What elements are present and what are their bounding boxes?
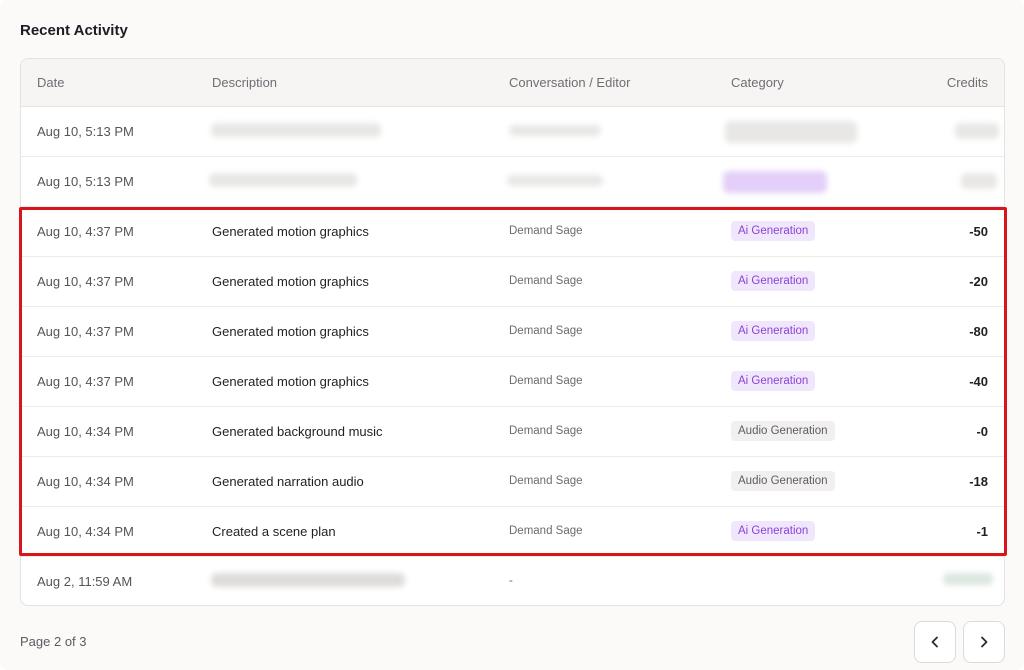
row-credits: -1 <box>976 524 988 539</box>
header-credits: Credits <box>946 75 988 90</box>
category-badge: Ai Generation <box>731 271 816 291</box>
row-description: Created a scene plan <box>212 524 336 539</box>
redacted-credits <box>955 123 999 139</box>
row-date: Aug 10, 4:37 PM <box>37 274 134 289</box>
row-description: Generated background music <box>212 424 383 439</box>
category-badge: Ai Generation <box>731 221 816 241</box>
row-credits: -40 <box>969 374 988 389</box>
table-row[interactable]: Aug 10, 4:34 PM Created a scene plan Dem… <box>21 507 1004 557</box>
redacted-description <box>211 573 405 587</box>
activity-panel: Recent Activity Date Description Convers… <box>0 0 1024 670</box>
row-description: Generated motion graphics <box>212 274 369 289</box>
category-badge: Audio Generation <box>731 421 835 441</box>
header-description: Description <box>212 75 278 90</box>
row-date: Aug 10, 4:34 PM <box>37 474 134 489</box>
table-row[interactable]: Aug 10, 5:13 PM <box>21 107 1004 157</box>
table-row[interactable]: Aug 10, 5:13 PM <box>21 157 1004 207</box>
section-title: Recent Activity <box>20 22 128 39</box>
redacted-conversation <box>509 125 601 136</box>
table-row[interactable]: Aug 10, 4:37 PM Generated motion graphic… <box>21 357 1004 407</box>
row-credits: -20 <box>969 274 988 289</box>
redacted-description <box>211 123 381 137</box>
table-header: Date Description Conversation / Editor C… <box>21 59 1004 107</box>
redacted-credits <box>943 573 993 585</box>
category-badge: Audio Generation <box>731 471 835 491</box>
next-page-button[interactable] <box>963 621 1005 663</box>
row-conversation-link[interactable]: Demand Sage <box>509 325 583 337</box>
row-credits: -50 <box>969 224 988 239</box>
chevron-left-icon <box>931 636 938 648</box>
table-row[interactable]: Aug 10, 4:37 PM Generated motion graphic… <box>21 257 1004 307</box>
row-conversation: - <box>509 575 513 587</box>
category-badge: Ai Generation <box>731 521 816 541</box>
header-conversation: Conversation / Editor <box>509 75 631 90</box>
row-conversation-link[interactable]: Demand Sage <box>509 375 583 387</box>
row-date: Aug 10, 4:37 PM <box>37 324 134 339</box>
row-conversation-link[interactable]: Demand Sage <box>509 275 583 287</box>
row-description: Generated motion graphics <box>212 324 369 339</box>
row-date: Aug 10, 4:37 PM <box>37 224 134 239</box>
category-badge: Ai Generation <box>731 371 816 391</box>
row-credits: -80 <box>969 324 988 339</box>
redacted-category <box>725 121 857 143</box>
row-date: Aug 10, 4:34 PM <box>37 424 134 439</box>
pagination-label: Page 2 of 3 <box>20 634 87 649</box>
header-date: Date <box>37 75 65 90</box>
row-conversation-link[interactable]: Demand Sage <box>509 225 583 237</box>
row-date: Aug 10, 4:37 PM <box>37 374 134 389</box>
row-date: Aug 10, 5:13 PM <box>37 174 134 189</box>
row-description: Generated motion graphics <box>212 224 369 239</box>
redacted-credits <box>961 173 997 189</box>
table-row[interactable]: Aug 10, 4:34 PM Generated background mus… <box>21 407 1004 457</box>
row-conversation-link[interactable]: Demand Sage <box>509 425 583 437</box>
row-description: Generated narration audio <box>212 474 364 489</box>
row-credits: -0 <box>976 424 988 439</box>
redacted-conversation <box>507 175 603 186</box>
row-date: Aug 2, 11:59 AM <box>37 574 133 589</box>
row-date: Aug 10, 5:13 PM <box>37 124 134 139</box>
activity-table: Date Description Conversation / Editor C… <box>20 58 1005 606</box>
table-row[interactable]: Aug 10, 4:37 PM Generated motion graphic… <box>21 207 1004 257</box>
row-description: Generated motion graphics <box>212 374 369 389</box>
header-category: Category <box>731 75 784 90</box>
table-row[interactable]: Aug 10, 4:37 PM Generated motion graphic… <box>21 307 1004 357</box>
table-row[interactable]: Aug 2, 11:59 AM - <box>21 557 1004 605</box>
row-conversation-link[interactable]: Demand Sage <box>509 525 583 537</box>
previous-page-button[interactable] <box>914 621 956 663</box>
chevron-right-icon <box>981 636 988 648</box>
redacted-description <box>209 173 357 187</box>
row-credits: -18 <box>969 474 988 489</box>
row-date: Aug 10, 4:34 PM <box>37 524 134 539</box>
row-conversation-link[interactable]: Demand Sage <box>509 475 583 487</box>
category-badge: Ai Generation <box>731 321 816 341</box>
redacted-category <box>723 171 827 193</box>
table-row[interactable]: Aug 10, 4:34 PM Generated narration audi… <box>21 457 1004 507</box>
